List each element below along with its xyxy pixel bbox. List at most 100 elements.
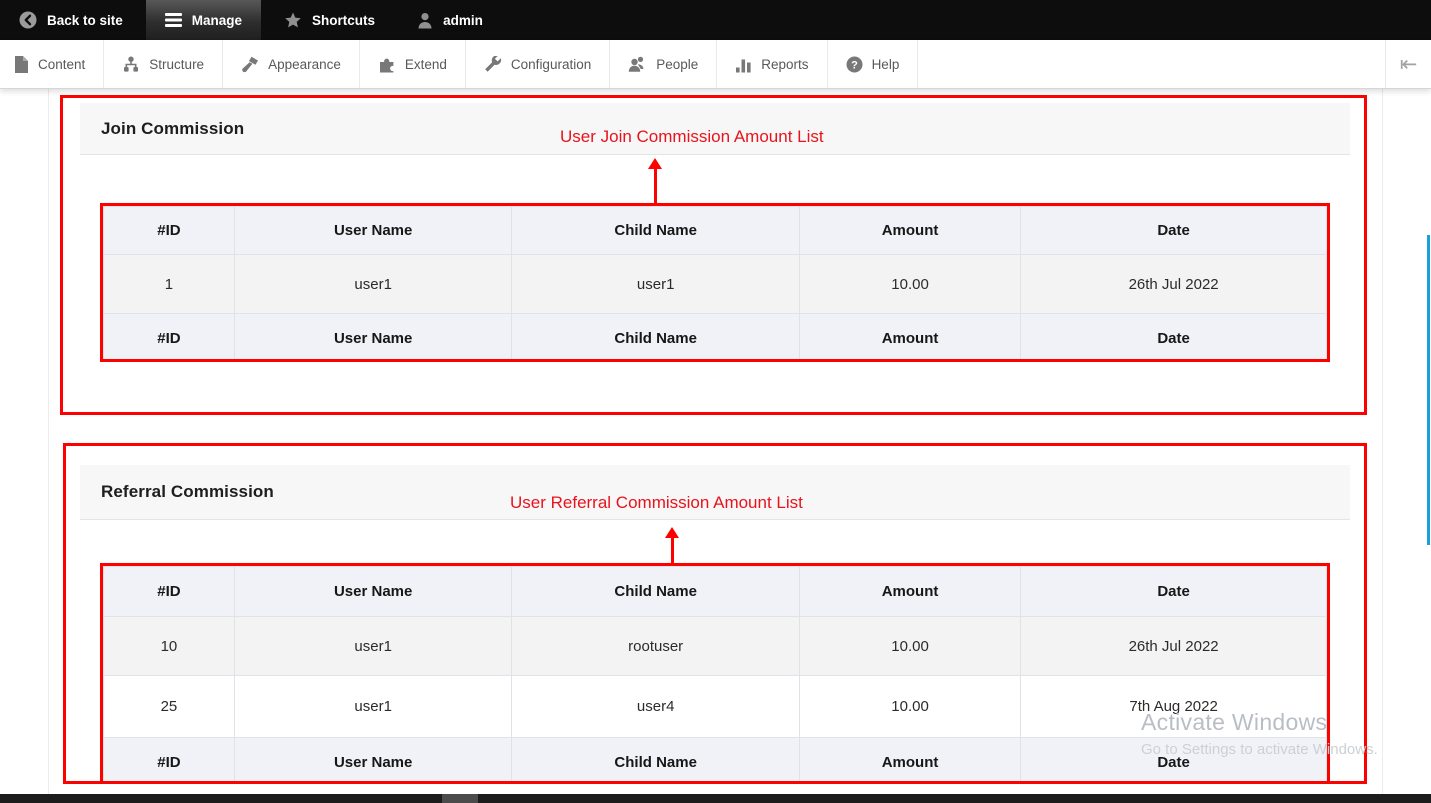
footer-cell: Child Name [512,314,799,363]
header-cell: #ID [104,567,235,617]
puzzle-icon [378,56,396,73]
body-cell: rootuser [512,617,799,676]
referral-commission-table-box: #ID User Name Child Name Amount Date 10 … [100,563,1330,784]
footer-cell: #ID [104,314,235,363]
toolbar-item-label: Configuration [511,57,591,72]
body-cell: user4 [512,676,799,738]
toolbar-item-label: Help [872,57,900,72]
body-cell: 26th Jul 2022 [1021,617,1327,676]
toolbar-item-appearance[interactable]: Appearance [223,40,360,88]
footer-cell: Date [1021,314,1327,363]
table-footer-row: #ID User Name Child Name Amount Date [104,738,1327,785]
page-content: Join Commission User Join Commission Amo… [0,89,1431,794]
footer-cell: Amount [799,314,1020,363]
toolbar-item-extend[interactable]: Extend [360,40,466,88]
toolbar-item-label: Extend [405,57,447,72]
toolbar-item-label: Structure [149,57,204,72]
toolbar-item-content[interactable]: Content [0,40,104,88]
table-row: 1 user1 user1 10.00 26th Jul 2022 [104,255,1327,314]
referral-commission-title: Referral Commission [80,482,274,502]
manage-label: Manage [192,13,242,28]
body-cell: user1 [512,255,799,314]
back-icon [19,11,37,29]
footer-cell: Amount [799,738,1020,785]
manage-tab[interactable]: Manage [146,0,261,40]
content-left-border [48,89,49,794]
toolbar-item-reports[interactable]: Reports [717,40,827,88]
header-cell: Date [1021,567,1327,617]
admin-user-menu[interactable]: admin [398,0,502,40]
referral-commission-table: #ID User Name Child Name Amount Date 10 … [103,566,1327,784]
shortcuts-button[interactable]: Shortcuts [265,0,394,40]
paintbrush-icon [241,56,259,73]
header-cell: #ID [104,207,235,255]
header-cell: User Name [234,567,512,617]
annotation-arrow-up [647,158,663,203]
footer-cell: #ID [104,738,235,785]
bar-chart-icon [735,56,752,73]
toolbar-item-label: Content [38,57,85,72]
header-cell: Amount [799,207,1020,255]
join-commission-table: #ID User Name Child Name Amount Date 1 u… [103,206,1327,362]
table-row: 10 user1 rootuser 10.00 26th Jul 2022 [104,617,1327,676]
back-to-site-button[interactable]: Back to site [0,0,142,40]
header-cell: Date [1021,207,1327,255]
toolbar-item-help[interactable]: ? Help [828,40,919,88]
people-icon [628,56,647,73]
wrench-icon [484,56,502,73]
body-cell: user1 [234,617,512,676]
toolbar-item-label: Appearance [268,57,341,72]
header-cell: User Name [234,207,512,255]
body-cell: 10.00 [799,255,1020,314]
admin-username-label: admin [443,13,483,28]
help-icon: ? [846,56,863,73]
drupal-admin-screen: Back to site Manage Shortcuts admin [0,0,1431,803]
table-footer-row: #ID User Name Child Name Amount Date [104,314,1327,363]
horizontal-scrollbar[interactable] [0,794,1431,803]
table-header-row: #ID User Name Child Name Amount Date [104,567,1327,617]
footer-cell: User Name [234,738,512,785]
body-cell: 10 [104,617,235,676]
body-cell: user1 [234,255,512,314]
header-cell: Amount [799,567,1020,617]
annotation-arrow-up [664,527,680,566]
toolbar-item-label: Reports [761,57,808,72]
toolbar-item-structure[interactable]: Structure [104,40,223,88]
body-cell: 1 [104,255,235,314]
referral-commission-annotation-box: Referral Commission User Referral Commis… [63,443,1367,784]
sitemap-icon [122,56,140,73]
join-commission-annotation-box: Join Commission User Join Commission Amo… [60,95,1367,415]
body-cell: 10.00 [799,676,1020,738]
join-commission-title: Join Commission [80,119,244,139]
vertical-scrollbar-indicator[interactable] [1427,235,1430,545]
footer-cell: Date [1021,738,1327,785]
svg-text:?: ? [851,59,858,71]
body-cell: 26th Jul 2022 [1021,255,1327,314]
body-cell: user1 [234,676,512,738]
file-icon [14,56,29,73]
toolbar-collapse-button[interactable]: ⇤ [1385,40,1431,88]
table-header-row: #ID User Name Child Name Amount Date [104,207,1327,255]
join-commission-table-box: #ID User Name Child Name Amount Date 1 u… [100,203,1330,362]
table-row: 25 user1 user4 10.00 7th Aug 2022 [104,676,1327,738]
shortcuts-label: Shortcuts [312,13,375,28]
body-cell: 7th Aug 2022 [1021,676,1327,738]
horizontal-scrollbar-thumb[interactable] [442,794,478,803]
collapse-icon: ⇤ [1400,52,1418,77]
header-cell: Child Name [512,207,799,255]
toolbar-item-configuration[interactable]: Configuration [466,40,610,88]
join-commission-annotation-label: User Join Commission Amount List [560,127,824,147]
toolbar-item-people[interactable]: People [610,40,717,88]
body-cell: 10.00 [799,617,1020,676]
admin-toolbar: Content Structure Appearance Extend Conf… [0,40,1431,89]
body-cell: 25 [104,676,235,738]
back-to-site-label: Back to site [47,13,123,28]
star-icon [284,12,302,29]
content-right-border [1382,89,1383,794]
user-icon [417,12,433,29]
admin-topbar: Back to site Manage Shortcuts admin [0,0,1431,40]
menu-icon [165,13,182,27]
referral-commission-annotation-label: User Referral Commission Amount List [510,493,803,513]
toolbar-item-label: People [656,57,698,72]
footer-cell: User Name [234,314,512,363]
